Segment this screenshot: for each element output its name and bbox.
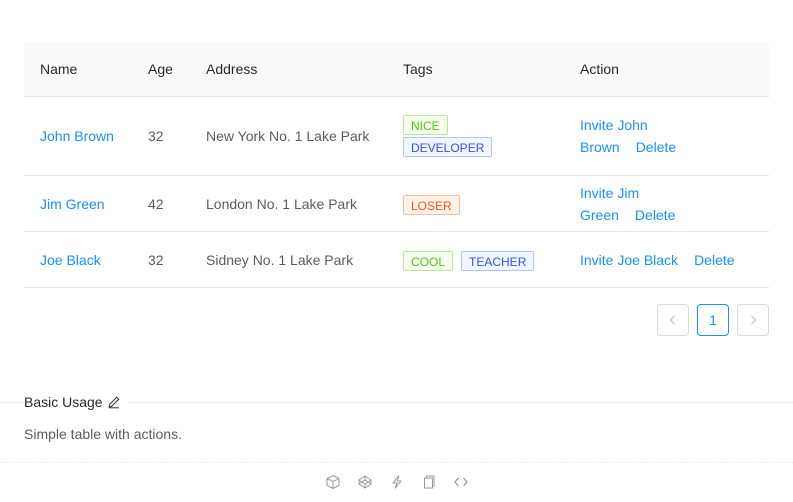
tags-cell: COOL TEACHER [387,231,564,288]
tag-teacher: TEACHER [461,250,535,271]
column-header-name: Name [24,42,132,97]
invite-link[interactable]: Invite Jim Green [580,185,639,223]
code-icon[interactable] [453,474,469,490]
tag-cool: COOL [403,250,454,271]
name-link[interactable]: Jim Green [40,196,105,212]
next-page-button[interactable] [737,304,769,336]
column-header-action: Action [564,42,769,97]
users-table-container: Name Age Address Tags Action John Brown … [24,42,769,288]
tags-cell: LOSER [387,175,564,232]
table-row: Joe Black 32 Sidney No. 1 Lake Park COOL… [24,231,769,288]
delete-link[interactable]: Delete [636,139,676,155]
action-cell: Invite Joe Black Delete [564,231,769,288]
address-cell: New York No. 1 Lake Park [190,96,387,176]
age-cell: 32 [132,96,190,176]
invite-link[interactable]: Invite Joe Black [580,252,678,268]
column-header-address: Address [190,42,387,97]
tag-nice: NICE [403,115,448,135]
chevron-right-icon [751,315,757,325]
action-cell: Invite Jim Green Delete [564,175,769,232]
page-1-button[interactable]: 1 [697,304,729,336]
table-header-row: Name Age Address Tags Action [24,42,769,97]
demo-title-text: Basic Usage [24,394,103,410]
name-link[interactable]: Joe Black [40,252,101,268]
prev-page-button[interactable] [657,304,689,336]
pagination: 1 [657,304,769,336]
column-header-tags: Tags [387,42,564,97]
table-row: John Brown 32 New York No. 1 Lake Park N… [24,96,769,176]
chevron-left-icon [669,315,675,325]
demo-description: Simple table with actions. [24,426,182,442]
copy-icon[interactable] [421,474,437,490]
demo-code-toolbar [0,474,793,490]
tag-developer: DEVELOPER [403,137,493,157]
edit-icon[interactable] [107,395,121,409]
tags-cell: NICE DEVELOPER [387,96,564,176]
address-cell: Sidney No. 1 Lake Park [190,231,387,288]
users-table: Name Age Address Tags Action John Brown … [24,42,769,288]
age-cell: 42 [132,175,190,232]
codesandbox-icon[interactable] [325,474,341,490]
actions-divider [0,462,793,463]
codepen-icon[interactable] [357,474,373,490]
tag-loser: LOSER [403,194,460,215]
demo-title: Basic Usage [24,394,129,410]
thunderbolt-icon[interactable] [389,474,405,490]
age-cell: 32 [132,231,190,288]
action-cell: Invite John Brown Delete [564,96,769,176]
column-header-age: Age [132,42,190,97]
name-link[interactable]: John Brown [40,128,114,144]
address-cell: London No. 1 Lake Park [190,175,387,232]
table-row: Jim Green 42 London No. 1 Lake Park LOSE… [24,175,769,232]
delete-link[interactable]: Delete [694,252,734,268]
delete-link[interactable]: Delete [635,207,675,223]
